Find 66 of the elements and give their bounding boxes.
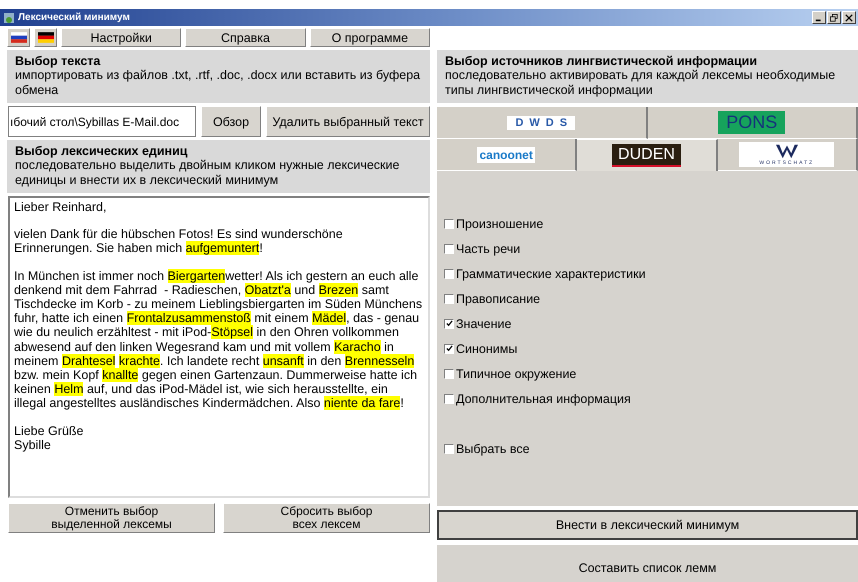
paragraph: Liebe Grüße Sybille [14, 424, 84, 452]
option-label: Произношение [456, 216, 544, 230]
language-button[interactable] [34, 28, 57, 47]
checkbox[interactable] [444, 344, 454, 354]
checkbox[interactable] [444, 218, 454, 228]
browse-button[interactable]: Обзор [201, 106, 261, 137]
add-to-minimum-button[interactable]: Внести в лексический минимум [437, 510, 858, 540]
checkbox[interactable] [444, 368, 454, 378]
option-label: Грамматические характеристики [456, 266, 646, 280]
source-tab[interactable]: DWDS [437, 107, 648, 139]
paragraph: In München ist immer noch Biergartenwetter! Als ich gestern an euch alle denkend mit dem Fahrrad - Radieschen, Obatzt'a und Brezen samt Tischdecke im Korb - zu meinem Lieblingsbiergarten im Süden Münchens fuhr, hatte ich einen Frontalzusammenstoß mit einem Mädel, das - genau wie du neulich erzähltest - mit iPod-Stöpsel in den Ohren vollkommen abwesend auf den linken Wegesrand kam und mit vollem Karacho in meinem Drahtesel krachte. Ich landete recht unsanft in den Brennesseln bzw. mein Kopf knallte gegen einen Gartenzaun. Dummerweise hatte ich keinen Helm auf, und das iPod-Mädel ist, wie sich herausstellte, ein illegal angestelltes ausländisches Kindermädchen. Also niente da fare! [14, 268, 424, 411]
option-label: Дополнительная информация [456, 392, 631, 406]
source-tab[interactable]: canoonet [437, 139, 578, 171]
option-label: Синонимы [456, 342, 518, 356]
text-area[interactable] [8, 196, 430, 498]
window-title: Лексический минимум [18, 12, 130, 23]
section-description: последовательно выделить двойным кликом нужные лексические единицы и внести их в лексический минимум [15, 158, 400, 188]
restore-button[interactable] [827, 11, 841, 24]
option-label: Правописание [456, 292, 540, 306]
checkbox[interactable] [444, 294, 454, 304]
section-title: Выбор текста [15, 54, 102, 68]
delete-text-button[interactable]: Удалить выбранный текст [266, 106, 430, 137]
checkbox[interactable] [444, 394, 454, 404]
option-checkbox[interactable]: Типичное окружение [444, 365, 858, 382]
option-label: Типичное окружение [456, 366, 576, 380]
menu-button[interactable]: О программе [310, 28, 430, 47]
flag-icon [10, 32, 26, 43]
option-checkbox[interactable]: Значение [444, 315, 858, 332]
checkbox[interactable] [444, 444, 454, 454]
menu-button[interactable]: Настройки [61, 28, 182, 47]
source-tab[interactable]: PONS [648, 107, 858, 139]
checkbox[interactable] [444, 318, 454, 328]
dictionary-logo: DUDEN [612, 144, 681, 167]
option-checkbox[interactable]: Правописание [444, 290, 858, 307]
checkbox[interactable] [444, 244, 454, 254]
close-icon [845, 14, 853, 22]
dictionary-logo: DWDS [507, 116, 576, 130]
section-title: Выбор лексических единиц [15, 144, 188, 158]
reset-selection-button[interactable]: Отменить выбор выделенной лексемы [8, 503, 215, 533]
option-checkbox[interactable]: Грамматические характеристики [444, 265, 858, 282]
option-label: Выбрать все [456, 442, 530, 456]
minimize-button[interactable] [812, 11, 826, 24]
option-checkbox[interactable]: Дополнительная информация [444, 390, 858, 407]
option-checkbox[interactable]: Часть речи [444, 240, 858, 257]
option-label: Значение [456, 316, 512, 330]
flag-icon [38, 32, 54, 43]
language-button[interactable] [7, 28, 30, 47]
close-button[interactable] [842, 11, 856, 24]
section-description: импортировать из файлов .txt, .rtf, .doc, .docx или вставить из буфера обмена [15, 68, 422, 98]
dictionary-logo: PONS [718, 111, 786, 134]
option-checkbox[interactable]: Синонимы [444, 340, 858, 357]
option-label: Часть речи [456, 242, 520, 256]
section-description: последовательно активировать для каждой лексемы необходимые типы лингвистической информации [445, 68, 836, 98]
restore-icon [830, 14, 838, 22]
option-checkbox[interactable]: Выбрать все [444, 440, 858, 457]
checkbox[interactable] [444, 268, 454, 278]
file-path-field[interactable]: ıбочий стол\Sybillas E-Mail.doc [8, 106, 196, 137]
source-tab[interactable]: DUDEN [577, 139, 718, 171]
app-icon [3, 12, 15, 24]
dictionary-logo: canoonet [477, 146, 535, 162]
option-checkbox[interactable]: Произношение [444, 215, 858, 232]
paragraph: Lieber Reinhard, [14, 200, 108, 214]
menu-button[interactable]: Справка [185, 28, 306, 47]
lemma-list-button[interactable]: Составить список лемм [437, 545, 858, 582]
reset-selection-button[interactable]: Сбросить выбор всех лексем [223, 503, 430, 533]
section-title: Выбор источников лингвистической информации [445, 54, 758, 68]
